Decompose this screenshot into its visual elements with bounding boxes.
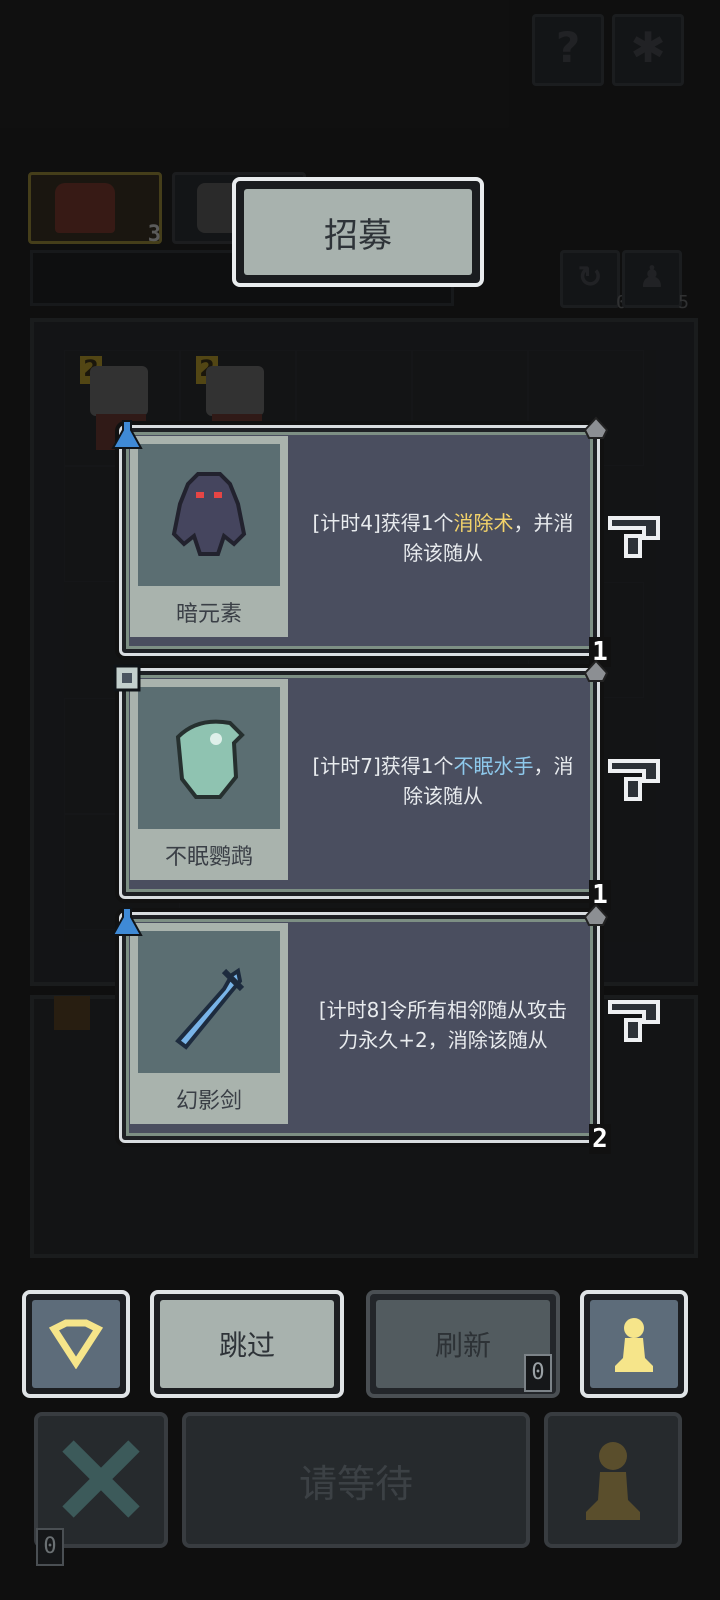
refresh-button[interactable]: 刷新 0 [366,1290,560,1398]
card-description: [计时8]令所有相邻随从攻击力永久+2，消除该随从 [318,997,568,1052]
target-icon [113,664,141,692]
card-info-button[interactable] [606,755,662,809]
pin-icon [583,903,609,926]
cancel-button[interactable]: 0 [34,1412,168,1566]
card-name: 幻影剑 [175,1089,242,1114]
recruit-title: 招募 [232,177,484,287]
question-icon [608,516,660,558]
recruit-card-2[interactable]: 不眠鹦鹉 [计时7]获得1个不眠水手，消除该随从 1 [113,659,611,910]
close-icon [62,1440,140,1518]
pin-icon [583,416,609,439]
pawn-icon [615,1318,653,1372]
card-info-button[interactable] [606,996,662,1050]
pawn-dim-button[interactable] [544,1412,682,1548]
question-icon [608,1000,660,1042]
potion-icon [111,420,143,449]
wait-button[interactable]: 请等待 [182,1412,530,1548]
recruit-title-label: 招募 [244,189,472,275]
skip-button[interactable]: 跳过 [150,1290,344,1398]
pin-icon [583,659,609,682]
card-name: 暗元素 [175,602,242,627]
card-info-button[interactable] [606,512,662,566]
potion-icon [111,907,143,936]
pawn-button[interactable] [580,1290,688,1398]
recruit-card-3[interactable]: 幻影剑 [计时8]令所有相邻随从攻击力永久+2，消除该随从 2 [111,903,611,1154]
sleepless-parrot-portrait [138,687,280,829]
card-level: 2 [589,1124,611,1154]
phantom-sword-portrait [138,931,280,1073]
card-name: 不眠鹦鹉 [164,845,253,870]
recruit-card-1[interactable]: 暗元素 [计时4]获得1个消除术，并消除该随从 1 [111,416,611,667]
pawn-icon [586,1442,640,1520]
dark-elemental-portrait [138,444,280,586]
refresh-count: 0 [524,1354,552,1392]
card-description: [计时4]获得1个消除术，并消除该随从 [312,510,574,565]
gem-icon [48,1319,104,1369]
card-description: [计时7]获得1个不眠水手，消除该随从 [312,753,574,808]
question-icon [608,759,660,801]
gem-button[interactable] [22,1290,130,1398]
